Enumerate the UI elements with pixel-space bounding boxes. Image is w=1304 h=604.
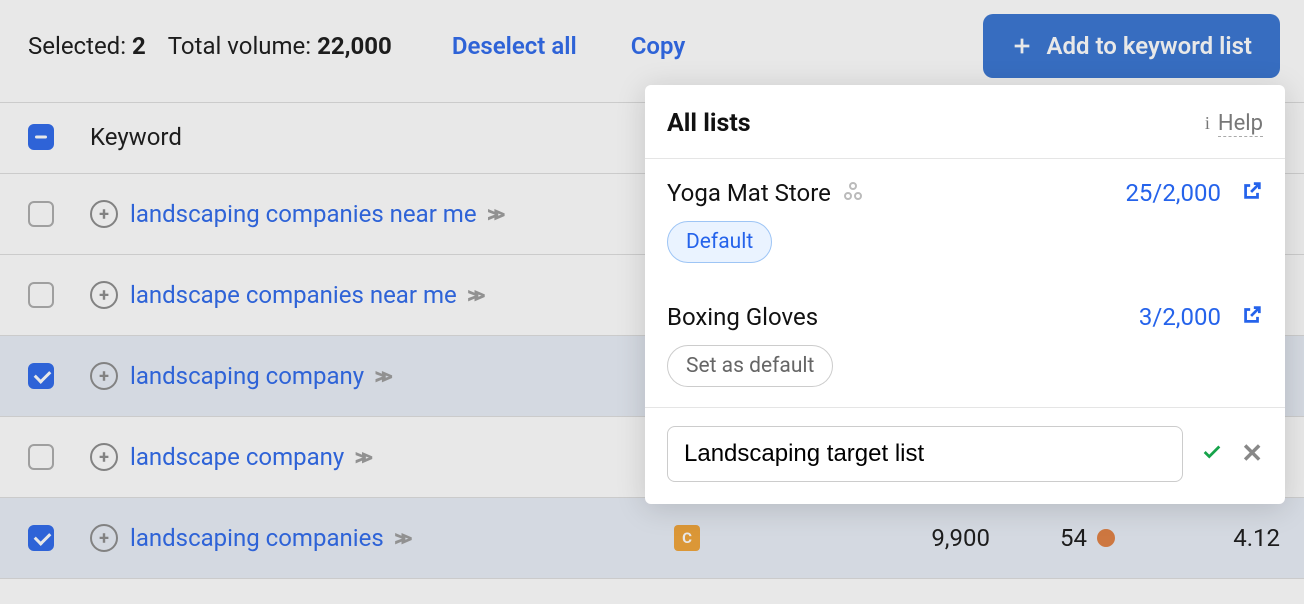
chevron-right-icon: >> <box>354 443 367 471</box>
set-as-default-button[interactable]: Set as default <box>667 345 833 387</box>
list-name: Boxing Gloves <box>667 303 818 331</box>
total-volume: Total volume: 22,000 <box>168 32 392 60</box>
chevron-right-icon: >> <box>467 281 480 309</box>
row-checkbox[interactable] <box>28 201 54 227</box>
list-count: 3/2,000 <box>1139 303 1221 331</box>
keyword-list-popup: All lists iHelp Yoga Mat Store 25/2,000 … <box>645 85 1285 504</box>
table-row[interactable]: + landscaping companies >> C 9,900 54 4.… <box>0 498 1304 579</box>
popup-title: All lists <box>667 109 1205 138</box>
expand-icon[interactable]: + <box>90 362 118 390</box>
cancel-icon[interactable]: ✕ <box>1241 439 1263 469</box>
add-to-keyword-list-button[interactable]: Add to keyword list <box>983 14 1281 78</box>
new-list-input[interactable] <box>667 426 1183 482</box>
difficulty-badge: C <box>674 525 700 551</box>
column-keyword: Keyword <box>90 123 182 151</box>
copy-link[interactable]: Copy <box>631 32 686 60</box>
list-count: 25/2,000 <box>1125 179 1221 207</box>
row-checkbox[interactable] <box>28 525 54 551</box>
chevron-right-icon: >> <box>394 524 407 552</box>
keyword-link[interactable]: landscape companies near me <box>130 281 457 309</box>
external-link-icon[interactable] <box>1241 304 1263 330</box>
kd-cell: 54 <box>1060 524 1120 552</box>
shared-icon <box>841 179 865 207</box>
expand-icon[interactable]: + <box>90 524 118 552</box>
keyword-link[interactable]: landscaping companies near me <box>130 200 477 228</box>
default-badge: Default <box>667 221 772 263</box>
select-all-checkbox[interactable] <box>28 124 54 150</box>
chevron-right-icon: >> <box>487 200 500 228</box>
row-checkbox[interactable] <box>28 282 54 308</box>
list-name: Yoga Mat Store <box>667 179 831 207</box>
external-link-icon[interactable] <box>1241 180 1263 206</box>
keyword-link[interactable]: landscape company <box>130 443 344 471</box>
kd-dot-icon <box>1097 529 1115 547</box>
list-item[interactable]: Boxing Gloves 3/2,000 Set as default <box>645 283 1285 408</box>
cpc-cell: 4.12 <box>1220 524 1280 552</box>
confirm-icon[interactable] <box>1201 441 1223 467</box>
selected-count: Selected: 2 <box>28 32 146 60</box>
expand-icon[interactable]: + <box>90 200 118 228</box>
expand-icon[interactable]: + <box>90 281 118 309</box>
help-link[interactable]: iHelp <box>1205 111 1263 137</box>
keyword-link[interactable]: landscaping company <box>130 362 364 390</box>
expand-icon[interactable]: + <box>90 443 118 471</box>
info-icon: i <box>1205 113 1210 134</box>
keyword-link[interactable]: landscaping companies <box>130 524 384 552</box>
chevron-right-icon: >> <box>374 362 387 390</box>
row-checkbox[interactable] <box>28 444 54 470</box>
row-checkbox[interactable] <box>28 363 54 389</box>
list-item[interactable]: Yoga Mat Store 25/2,000 Default <box>645 159 1285 283</box>
volume-cell: 9,900 <box>890 524 990 552</box>
plus-icon <box>1011 35 1033 57</box>
deselect-all-link[interactable]: Deselect all <box>452 32 577 60</box>
